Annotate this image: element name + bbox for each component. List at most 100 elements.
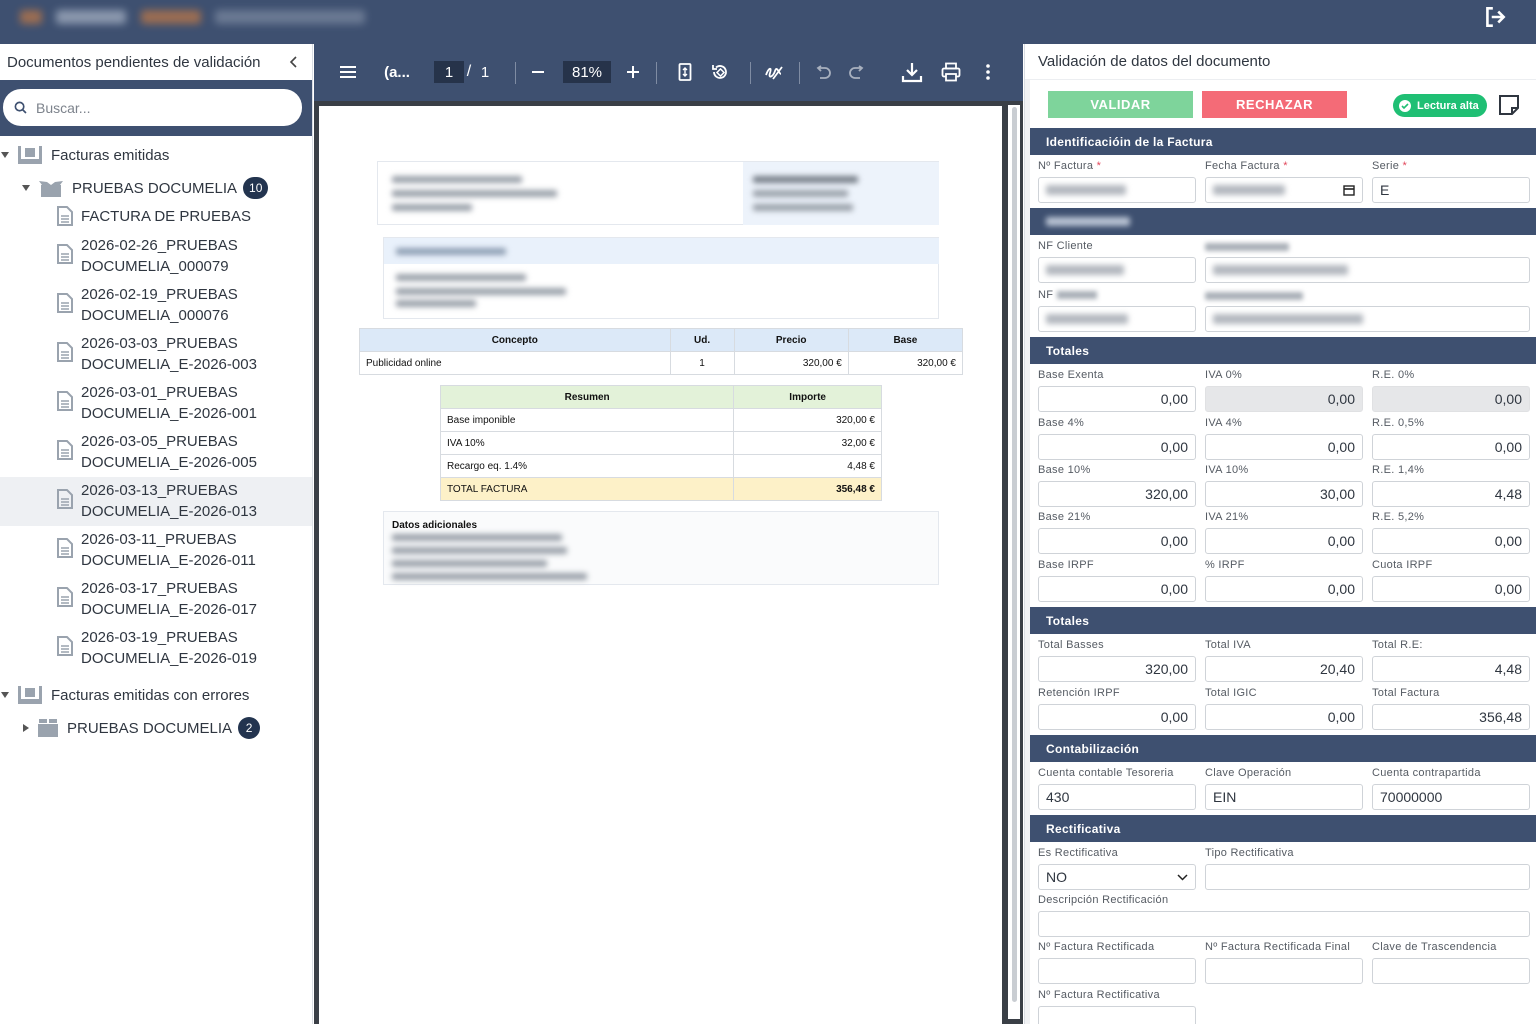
counter-account-field[interactable]: 70000000: [1372, 784, 1530, 810]
section-contabilizacion: Contabilización: [1030, 735, 1536, 762]
expand-caret-icon[interactable]: [1, 152, 9, 158]
corrective-type-field[interactable]: [1205, 864, 1530, 890]
doc-item[interactable]: 2026-02-19_PRUEBAS DOCUMELIA_000076: [0, 281, 312, 330]
viewer-scrollbar[interactable]: [1008, 105, 1020, 1019]
tree-folder-pruebas-documelia[interactable]: PRUEBAS DOCUMELIA 10: [0, 176, 312, 200]
calendar-icon[interactable]: [1343, 184, 1355, 196]
client-block: [383, 237, 939, 319]
zoom-out-icon[interactable]: [528, 59, 548, 85]
issuer-name-field[interactable]: [1205, 306, 1530, 332]
viewer-canvas: Concepto Ud. Precio Base Publicidad onli…: [314, 101, 1023, 1024]
doc-name-line1: 2026-03-13_PRUEBAS: [81, 482, 238, 499]
expand-caret-icon[interactable]: [22, 185, 30, 191]
client-nif-field[interactable]: [1038, 257, 1196, 283]
cell: IVA 10%: [439, 431, 735, 455]
doc-item[interactable]: 2026-03-11_PRUEBAS DOCUMELIA_E-2026-011: [0, 526, 312, 575]
iva-21-field[interactable]: 0,00: [1205, 528, 1363, 554]
cuota-irpf-field[interactable]: 0,00: [1372, 576, 1530, 602]
field-label: Total Basses: [1038, 639, 1104, 651]
base-4-field[interactable]: 0,00: [1038, 434, 1196, 460]
open-box-icon: [39, 181, 63, 197]
scrollbar-thumb[interactable]: [1012, 107, 1017, 1002]
base-21-field[interactable]: 0,00: [1038, 528, 1196, 554]
field-label: Nº Factura *: [1038, 160, 1102, 172]
panel-header: Validación de datos del documento: [1025, 44, 1536, 80]
col-header: Base: [847, 328, 964, 352]
search-input[interactable]: [36, 99, 276, 116]
doc-item-selected[interactable]: 2026-03-13_PRUEBAS DOCUMELIA_E-2026-013: [0, 477, 312, 526]
issuer-block: [377, 161, 939, 225]
corrected-invoice-final-field[interactable]: [1205, 958, 1363, 984]
total-igic-field[interactable]: 0,00: [1205, 704, 1363, 730]
col-header: Precio: [733, 328, 849, 352]
note-icon[interactable]: [1498, 94, 1520, 116]
doc-item[interactable]: 2026-02-26_PRUEBAS DOCUMELIA_000079: [0, 232, 312, 281]
total-bases-field[interactable]: 320,00: [1038, 656, 1196, 682]
page-separator: /: [466, 63, 472, 80]
menu-icon[interactable]: [336, 59, 360, 85]
doc-item[interactable]: 2026-03-05_PRUEBAS DOCUMELIA_E-2026-005: [0, 428, 312, 477]
re-14-field[interactable]: 4,48: [1372, 481, 1530, 507]
operation-key-field[interactable]: EIN: [1205, 784, 1363, 810]
logout-icon[interactable]: [1482, 4, 1508, 30]
tree-group-facturas-con-errores[interactable]: Facturas emitidas con errores: [0, 684, 312, 706]
pct-irpf-field[interactable]: 0,00: [1205, 576, 1363, 602]
client-name-field[interactable]: [1205, 257, 1530, 283]
page-number-input[interactable]: [434, 61, 464, 83]
panel-header: Documentos pendientes de validación: [0, 44, 312, 80]
doc-item[interactable]: 2026-03-19_PRUEBAS DOCUMELIA_E-2026-019: [0, 624, 312, 673]
redo-icon[interactable]: [846, 59, 868, 85]
corrective-invoice-field[interactable]: [1038, 1006, 1196, 1024]
draw-icon[interactable]: [762, 59, 786, 85]
reject-button[interactable]: RECHAZAR: [1202, 91, 1347, 118]
treasury-account-field[interactable]: 430: [1038, 784, 1196, 810]
high-reading-toggle[interactable]: Lectura alta: [1393, 94, 1487, 117]
more-options-icon[interactable]: [980, 59, 996, 85]
correction-description-field[interactable]: [1038, 911, 1530, 937]
issuer-nif-field[interactable]: [1038, 306, 1196, 332]
series-field[interactable]: E: [1372, 177, 1530, 203]
base-irpf-field[interactable]: 0,00: [1038, 576, 1196, 602]
zoom-input[interactable]: [563, 61, 611, 83]
tree-group-facturas-emitidas[interactable]: Facturas emitidas: [0, 144, 312, 166]
base-exenta-field[interactable]: 0,00: [1038, 386, 1196, 412]
transcendence-key-field[interactable]: [1372, 958, 1530, 984]
doc-item[interactable]: 2026-03-03_PRUEBAS DOCUMELIA_E-2026-003: [0, 330, 312, 379]
expand-caret-icon[interactable]: [23, 724, 29, 732]
re-52-field[interactable]: 0,00: [1372, 528, 1530, 554]
corrected-invoice-field[interactable]: [1038, 958, 1196, 984]
collapse-left-icon[interactable]: [284, 52, 304, 72]
total-re-field[interactable]: 4,48: [1372, 656, 1530, 682]
invoice-number-field[interactable]: [1038, 177, 1196, 203]
field-label: Cuota IRPF: [1372, 559, 1433, 571]
tree-folder-pruebas-documelia-errores[interactable]: PRUEBAS DOCUMELIA 2: [0, 716, 312, 740]
tree-folder-label: PRUEBAS DOCUMELIA: [67, 719, 233, 737]
base-10-field[interactable]: 320,00: [1038, 481, 1196, 507]
is-corrective-select[interactable]: NO: [1038, 864, 1196, 890]
total-factura-field[interactable]: 356,48: [1372, 704, 1530, 730]
retencion-irpf-field[interactable]: 0,00: [1038, 704, 1196, 730]
doc-name: FACTURA DE PRUEBAS: [81, 208, 252, 225]
fit-page-icon[interactable]: [674, 59, 696, 85]
expand-caret-icon[interactable]: [1, 692, 9, 698]
rotate-icon[interactable]: [708, 59, 732, 85]
field-label: R.E. 1,4%: [1372, 464, 1425, 476]
total-iva-field[interactable]: 20,40: [1205, 656, 1363, 682]
zoom-in-icon[interactable]: [623, 59, 643, 85]
download-icon[interactable]: [899, 59, 925, 85]
doc-item[interactable]: 2026-03-17_PRUEBAS DOCUMELIA_E-2026-017: [0, 575, 312, 624]
iva-4-field[interactable]: 0,00: [1205, 434, 1363, 460]
iva-10-field[interactable]: 30,00: [1205, 481, 1363, 507]
high-reading-label: Lectura alta: [1417, 99, 1479, 112]
search-box[interactable]: [3, 89, 302, 126]
cell: 1: [669, 351, 735, 375]
invoice-date-field[interactable]: [1205, 177, 1363, 203]
doc-item[interactable]: FACTURA DE PRUEBAS: [0, 204, 312, 228]
doc-item[interactable]: 2026-03-01_PRUEBAS DOCUMELIA_E-2026-001: [0, 379, 312, 428]
validate-button[interactable]: VALIDAR: [1048, 91, 1193, 118]
undo-icon[interactable]: [812, 59, 834, 85]
field-label: Base 10%: [1038, 464, 1091, 476]
print-icon[interactable]: [938, 59, 964, 85]
re-05-field[interactable]: 0,00: [1372, 434, 1530, 460]
field-label: Retención IRPF: [1038, 687, 1120, 699]
